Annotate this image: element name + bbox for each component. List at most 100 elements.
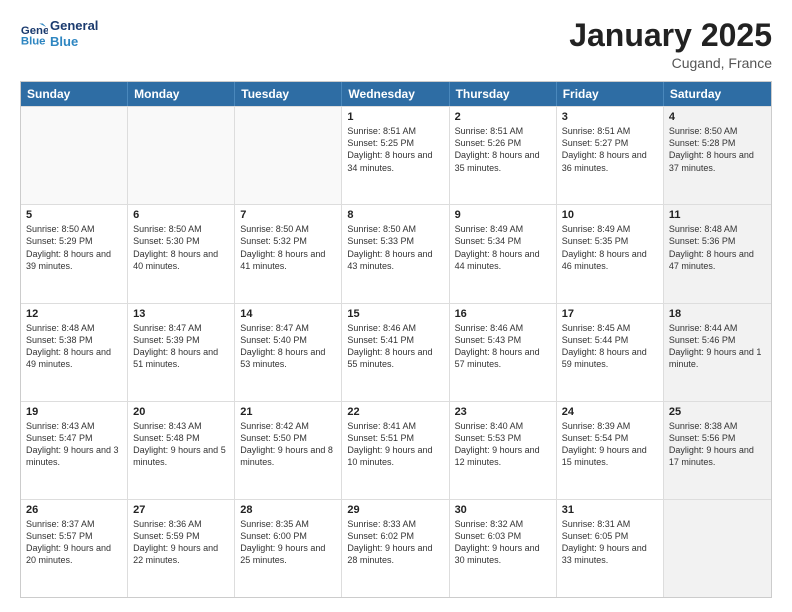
calendar-cell: [235, 107, 342, 204]
calendar-cell: 27 Sunrise: 8:36 AM Sunset: 5:59 PM Dayli…: [128, 500, 235, 597]
calendar-cell: 20 Sunrise: 8:43 AM Sunset: 5:48 PM Dayli…: [128, 402, 235, 499]
weekday-header: Monday: [128, 82, 235, 106]
calendar-cell: 12 Sunrise: 8:48 AM Sunset: 5:38 PM Dayli…: [21, 304, 128, 401]
day-number: 3: [562, 111, 658, 123]
calendar-cell: 5 Sunrise: 8:50 AM Sunset: 5:29 PM Daylig…: [21, 205, 128, 302]
cell-info: Sunrise: 8:48 AM Sunset: 5:36 PM Dayligh…: [669, 223, 766, 272]
day-number: 6: [133, 209, 229, 221]
calendar: SundayMondayTuesdayWednesdayThursdayFrid…: [20, 81, 772, 598]
cell-info: Sunrise: 8:38 AM Sunset: 5:56 PM Dayligh…: [669, 420, 766, 469]
calendar-cell: 10Sunrise: 8:49 AM Sunset: 5:35 PM Dayli…: [557, 205, 664, 302]
cell-info: Sunrise: 8:46 AM Sunset: 5:41 PM Dayligh…: [347, 322, 443, 371]
cell-info: Sunrise: 8:42 AM Sunset: 5:50 PM Dayligh…: [240, 420, 336, 469]
day-number: 20: [133, 406, 229, 418]
calendar-row: 12 Sunrise: 8:48 AM Sunset: 5:38 PM Dayli…: [21, 303, 771, 401]
cell-info: Sunrise: 8:47 AM Sunset: 5:40 PM Dayligh…: [240, 322, 336, 371]
weekday-header: Friday: [557, 82, 664, 106]
weekday-header: Sunday: [21, 82, 128, 106]
calendar-cell: 31 Sunrise: 8:31 AM Sunset: 6:05 PM Dayli…: [557, 500, 664, 597]
day-number: 4: [669, 111, 766, 123]
calendar-cell: 3 Sunrise: 8:51 AM Sunset: 5:27 PM Daylig…: [557, 107, 664, 204]
calendar-cell: 21 Sunrise: 8:42 AM Sunset: 5:50 PM Dayli…: [235, 402, 342, 499]
calendar-row: 1Sunrise: 8:51 AM Sunset: 5:25 PM Daylig…: [21, 106, 771, 204]
weekday-header: Tuesday: [235, 82, 342, 106]
calendar-cell: [21, 107, 128, 204]
day-number: 24: [562, 406, 658, 418]
calendar-cell: 24Sunrise: 8:39 AM Sunset: 5:54 PM Dayli…: [557, 402, 664, 499]
day-number: 27: [133, 504, 229, 516]
cell-info: Sunrise: 8:47 AM Sunset: 5:39 PM Dayligh…: [133, 322, 229, 371]
cell-info: Sunrise: 8:37 AM Sunset: 5:57 PM Dayligh…: [26, 518, 122, 567]
cell-info: Sunrise: 8:43 AM Sunset: 5:48 PM Dayligh…: [133, 420, 229, 469]
cell-info: Sunrise: 8:50 AM Sunset: 5:28 PM Dayligh…: [669, 125, 766, 174]
calendar-row: 19 Sunrise: 8:43 AM Sunset: 5:47 PM Dayli…: [21, 401, 771, 499]
cell-info: Sunrise: 8:51 AM Sunset: 5:27 PM Dayligh…: [562, 125, 658, 174]
day-number: 31: [562, 504, 658, 516]
day-number: 18: [669, 308, 766, 320]
cell-info: Sunrise: 8:50 AM Sunset: 5:32 PM Dayligh…: [240, 223, 336, 272]
day-number: 21: [240, 406, 336, 418]
weekday-header: Saturday: [664, 82, 771, 106]
cell-info: Sunrise: 8:45 AM Sunset: 5:44 PM Dayligh…: [562, 322, 658, 371]
cell-info: Sunrise: 8:50 AM Sunset: 5:29 PM Dayligh…: [26, 223, 122, 272]
calendar-cell: 16 Sunrise: 8:46 AM Sunset: 5:43 PM Dayli…: [450, 304, 557, 401]
day-number: 11: [669, 209, 766, 221]
cell-info: Sunrise: 8:31 AM Sunset: 6:05 PM Dayligh…: [562, 518, 658, 567]
month-title: January 2025: [569, 18, 772, 53]
day-number: 15: [347, 308, 443, 320]
page: General Blue General Blue January 2025 C…: [0, 0, 792, 612]
calendar-cell: 13 Sunrise: 8:47 AM Sunset: 5:39 PM Dayli…: [128, 304, 235, 401]
location: Cugand, France: [569, 55, 772, 71]
cell-info: Sunrise: 8:41 AM Sunset: 5:51 PM Dayligh…: [347, 420, 443, 469]
day-number: 12: [26, 308, 122, 320]
calendar-cell: 25 Sunrise: 8:38 AM Sunset: 5:56 PM Dayli…: [664, 402, 771, 499]
cell-info: Sunrise: 8:48 AM Sunset: 5:38 PM Dayligh…: [26, 322, 122, 371]
day-number: 5: [26, 209, 122, 221]
weekday-header: Wednesday: [342, 82, 449, 106]
day-number: 14: [240, 308, 336, 320]
day-number: 8: [347, 209, 443, 221]
calendar-cell: 2 Sunrise: 8:51 AM Sunset: 5:26 PM Daylig…: [450, 107, 557, 204]
day-number: 26: [26, 504, 122, 516]
logo-icon: General Blue: [20, 20, 48, 48]
calendar-row: 5 Sunrise: 8:50 AM Sunset: 5:29 PM Daylig…: [21, 204, 771, 302]
day-number: 16: [455, 308, 551, 320]
calendar-cell: 15 Sunrise: 8:46 AM Sunset: 5:41 PM Dayli…: [342, 304, 449, 401]
day-number: 29: [347, 504, 443, 516]
logo: General Blue General Blue: [20, 18, 98, 49]
header: General Blue General Blue January 2025 C…: [20, 18, 772, 71]
cell-info: Sunrise: 8:46 AM Sunset: 5:43 PM Dayligh…: [455, 322, 551, 371]
calendar-cell: 19 Sunrise: 8:43 AM Sunset: 5:47 PM Dayli…: [21, 402, 128, 499]
calendar-cell: 30Sunrise: 8:32 AM Sunset: 6:03 PM Dayli…: [450, 500, 557, 597]
svg-text:Blue: Blue: [21, 35, 46, 47]
cell-info: Sunrise: 8:32 AM Sunset: 6:03 PM Dayligh…: [455, 518, 551, 567]
calendar-cell: 29Sunrise: 8:33 AM Sunset: 6:02 PM Dayli…: [342, 500, 449, 597]
day-number: 19: [26, 406, 122, 418]
day-number: 13: [133, 308, 229, 320]
day-number: 10: [562, 209, 658, 221]
calendar-cell: 4 Sunrise: 8:50 AM Sunset: 5:28 PM Daylig…: [664, 107, 771, 204]
calendar-cell: 1Sunrise: 8:51 AM Sunset: 5:25 PM Daylig…: [342, 107, 449, 204]
cell-info: Sunrise: 8:49 AM Sunset: 5:34 PM Dayligh…: [455, 223, 551, 272]
title-block: January 2025 Cugand, France: [569, 18, 772, 71]
day-number: 7: [240, 209, 336, 221]
cell-info: Sunrise: 8:50 AM Sunset: 5:33 PM Dayligh…: [347, 223, 443, 272]
weekday-header: Thursday: [450, 82, 557, 106]
calendar-row: 26 Sunrise: 8:37 AM Sunset: 5:57 PM Dayli…: [21, 499, 771, 597]
logo-line2: Blue: [50, 34, 98, 50]
calendar-cell: 14 Sunrise: 8:47 AM Sunset: 5:40 PM Dayli…: [235, 304, 342, 401]
day-number: 25: [669, 406, 766, 418]
cell-info: Sunrise: 8:40 AM Sunset: 5:53 PM Dayligh…: [455, 420, 551, 469]
day-number: 2: [455, 111, 551, 123]
day-number: 28: [240, 504, 336, 516]
calendar-body: 1Sunrise: 8:51 AM Sunset: 5:25 PM Daylig…: [21, 106, 771, 597]
cell-info: Sunrise: 8:51 AM Sunset: 5:26 PM Dayligh…: [455, 125, 551, 174]
day-number: 9: [455, 209, 551, 221]
calendar-cell: 8 Sunrise: 8:50 AM Sunset: 5:33 PM Daylig…: [342, 205, 449, 302]
day-number: 22: [347, 406, 443, 418]
cell-info: Sunrise: 8:36 AM Sunset: 5:59 PM Dayligh…: [133, 518, 229, 567]
cell-info: Sunrise: 8:43 AM Sunset: 5:47 PM Dayligh…: [26, 420, 122, 469]
day-number: 23: [455, 406, 551, 418]
calendar-cell: 22 Sunrise: 8:41 AM Sunset: 5:51 PM Dayli…: [342, 402, 449, 499]
calendar-cell: 6Sunrise: 8:50 AM Sunset: 5:30 PM Daylig…: [128, 205, 235, 302]
